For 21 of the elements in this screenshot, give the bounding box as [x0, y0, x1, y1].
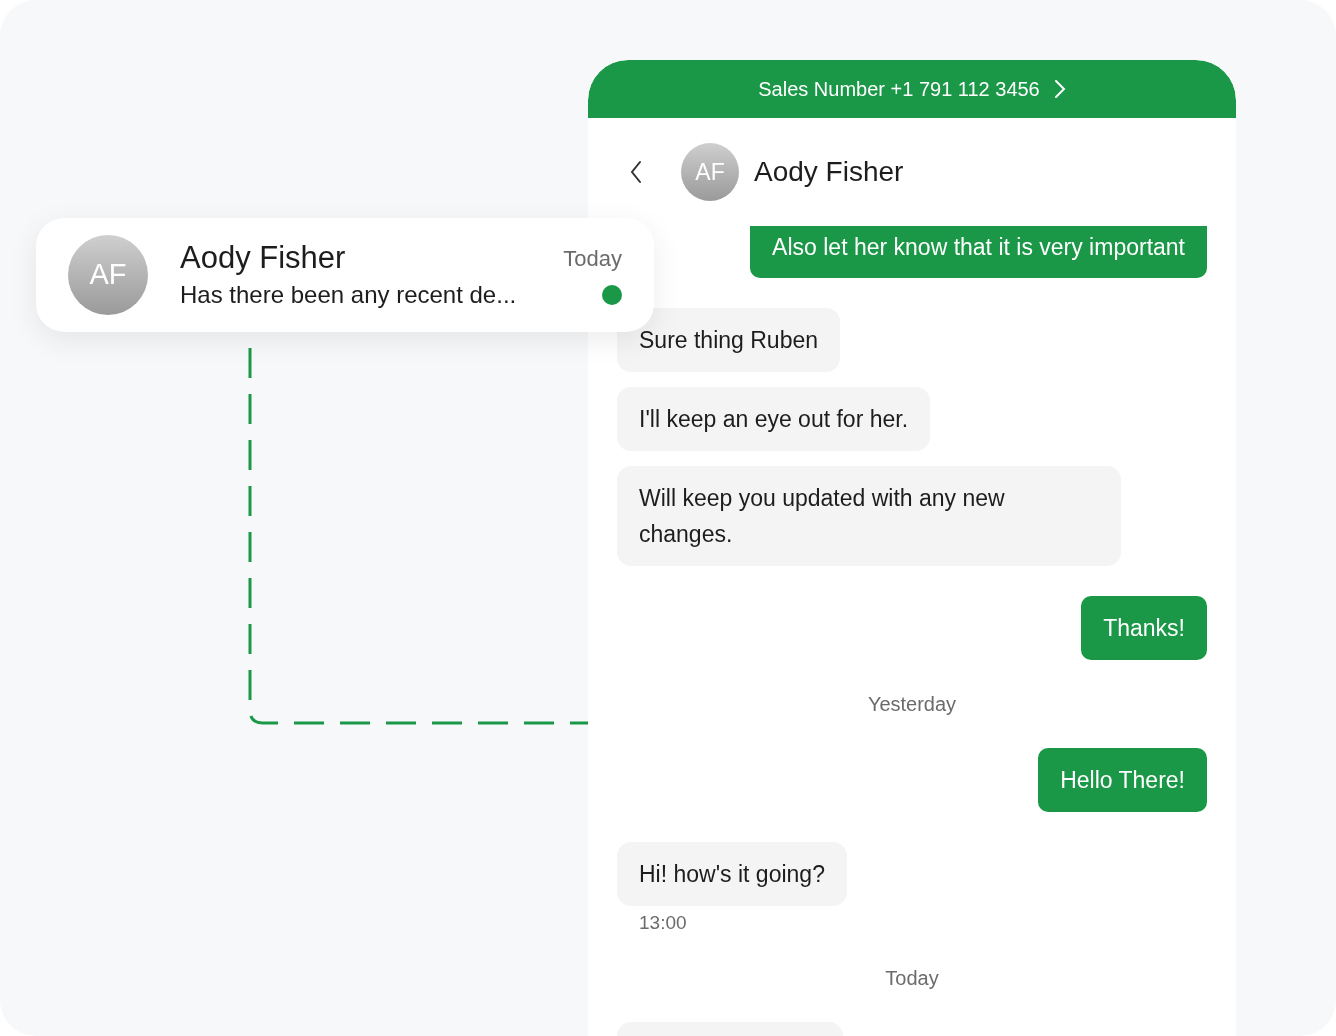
contact-name: Aody Fisher: [180, 239, 346, 277]
received-message: Sure thing Ruben: [617, 308, 840, 372]
contact-name: Aody Fisher: [754, 155, 904, 189]
sent-message: Thanks!: [1081, 596, 1207, 660]
message-preview: Has there been any recent de...: [180, 280, 517, 310]
date-separator: Today: [885, 966, 939, 990]
back-button[interactable]: [628, 158, 644, 186]
message-time: 13:00: [639, 912, 687, 934]
contact-avatar: AF: [68, 235, 148, 315]
received-message: I'll keep an eye out for her.: [617, 387, 931, 451]
sent-message: Hello There!: [1038, 748, 1207, 812]
received-message: Hi! how's it going?: [617, 842, 847, 906]
notification-card[interactable]: AF Aody Fisher Today Has there been any recent de...: [36, 218, 654, 332]
contact-avatar: AF: [681, 143, 739, 201]
received-message: Will keep you updated with any new changes.: [617, 466, 1121, 566]
back-icon: [630, 160, 642, 184]
sent-message: Also let her know that it is very important: [750, 226, 1207, 278]
message-time: Today: [563, 244, 622, 273]
chevron-right-icon: [1053, 79, 1066, 99]
date-separator: Yesterday: [867, 692, 957, 716]
sales-number-banner[interactable]: Sales Number +1 791 112 3456: [588, 60, 1236, 118]
